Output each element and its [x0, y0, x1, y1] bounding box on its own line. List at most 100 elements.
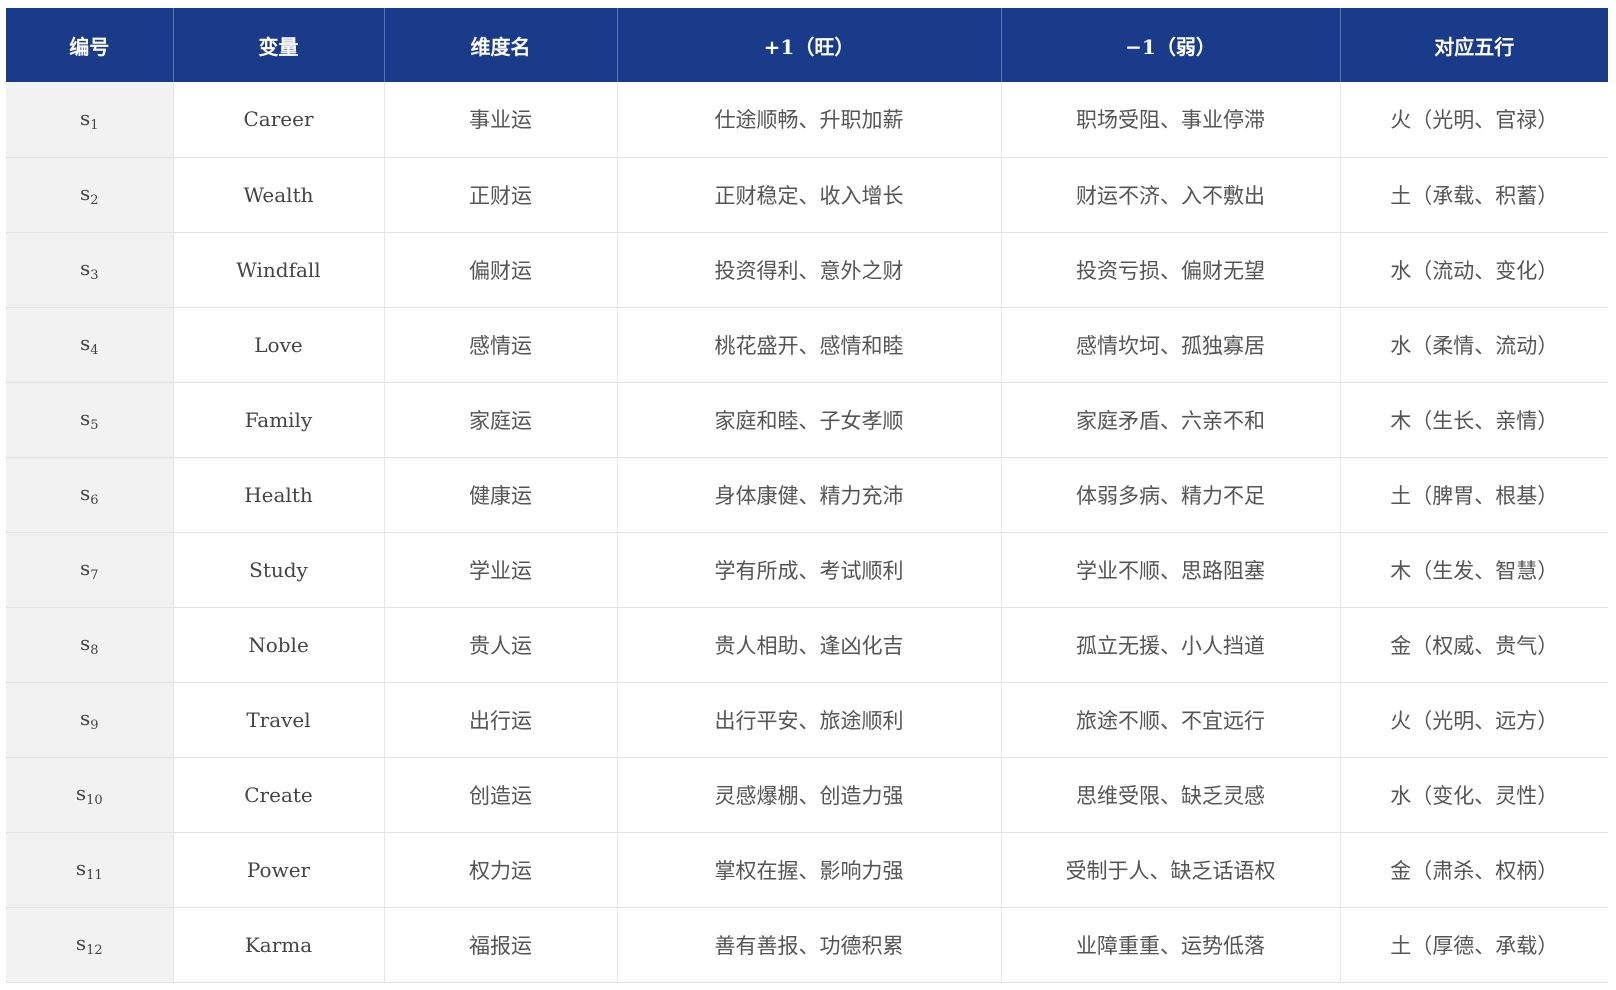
id-letter: s — [79, 481, 91, 505]
header-dimension-name: 维度名 — [384, 8, 618, 82]
table-row: s2 Wealth 正财运 正财稳定、收入增长 财运不济、入不敷出 土（承载、积蓄） — [6, 157, 1608, 233]
table-row: s5 Family 家庭运 家庭和睦、子女孝顺 家庭矛盾、六亲不和 木（生长、亲情） — [6, 382, 1608, 458]
cell-variable: Career — [173, 82, 385, 158]
cell-five-elements: 水（柔情、流动） — [1340, 307, 1608, 383]
cell-five-elements: 火（光明、官禄） — [1340, 82, 1608, 158]
id-subscript: 3 — [90, 268, 99, 283]
id-subscript: 11 — [86, 868, 103, 883]
header-positive: +1（旺） — [617, 8, 1002, 82]
table-row: s9 Travel 出行运 出行平安、旅途顺利 旅途不顺、不宜远行 火（光明、远方） — [6, 682, 1608, 758]
cell-five-elements: 火（光明、远方） — [1340, 682, 1608, 758]
cell-five-elements: 木（生长、亲情） — [1340, 382, 1608, 458]
cell-id: s1 — [6, 82, 174, 158]
id-subscript: 9 — [90, 718, 99, 733]
cell-variable: Health — [173, 457, 385, 533]
id-letter: s — [79, 706, 91, 730]
cell-dimension-name: 感情运 — [384, 307, 618, 383]
cell-id: s12 — [6, 907, 174, 983]
cell-five-elements: 金（权威、贵气） — [1340, 607, 1608, 683]
cell-variable: Windfall — [173, 232, 385, 308]
cell-dimension-name: 福报运 — [384, 907, 618, 983]
header-variable: 变量 — [173, 8, 385, 82]
cell-negative: 孤立无援、小人挡道 — [1001, 607, 1341, 683]
cell-negative: 体弱多病、精力不足 — [1001, 457, 1341, 533]
header-row: 编号 变量 维度名 +1（旺） −1（弱） 对应五行 — [6, 8, 1608, 82]
id-subscript: 10 — [86, 793, 103, 808]
table-row: s1 Career 事业运 仕途顺畅、升职加薪 职场受阻、事业停滞 火（光明、官禄） — [6, 82, 1608, 158]
cell-positive: 掌权在握、影响力强 — [617, 832, 1002, 908]
cell-five-elements: 水（变化、灵性） — [1340, 757, 1608, 833]
cell-variable: Power — [173, 832, 385, 908]
cell-dimension-name: 家庭运 — [384, 382, 618, 458]
table-row: s3 Windfall 偏财运 投资得利、意外之财 投资亏损、偏财无望 水（流动、变化） — [6, 232, 1608, 308]
id-letter: s — [79, 631, 91, 655]
cell-dimension-name: 正财运 — [384, 157, 618, 233]
cell-id: s10 — [6, 757, 174, 833]
id-subscript: 8 — [90, 643, 99, 658]
cell-dimension-name: 学业运 — [384, 532, 618, 608]
cell-negative: 受制于人、缺乏话语权 — [1001, 832, 1341, 908]
cell-id: s9 — [6, 682, 174, 758]
cell-id: s11 — [6, 832, 174, 908]
header-id: 编号 — [6, 8, 174, 82]
cell-id: s5 — [6, 382, 174, 458]
table-row: s11 Power 权力运 掌权在握、影响力强 受制于人、缺乏话语权 金（肃杀、权柄） — [6, 832, 1608, 908]
id-letter: s — [75, 781, 87, 805]
cell-id: s7 — [6, 532, 174, 608]
cell-variable: Karma — [173, 907, 385, 983]
cell-id: s8 — [6, 607, 174, 683]
id-letter: s — [75, 856, 87, 880]
header-negative: −1（弱） — [1001, 8, 1341, 82]
id-letter: s — [79, 181, 91, 205]
header-five-elements: 对应五行 — [1340, 8, 1608, 82]
table-header: 编号 变量 维度名 +1（旺） −1（弱） 对应五行 — [6, 8, 1608, 82]
cell-five-elements: 土（厚德、承载） — [1340, 907, 1608, 983]
cell-negative: 学业不顺、思路阻塞 — [1001, 532, 1341, 608]
cell-five-elements: 金（肃杀、权柄） — [1340, 832, 1608, 908]
cell-id: s6 — [6, 457, 174, 533]
cell-id: s4 — [6, 307, 174, 383]
cell-id: s3 — [6, 232, 174, 308]
cell-negative: 家庭矛盾、六亲不和 — [1001, 382, 1341, 458]
cell-variable: Family — [173, 382, 385, 458]
id-letter: s — [75, 931, 87, 955]
cell-positive: 正财稳定、收入增长 — [617, 157, 1002, 233]
id-subscript: 7 — [90, 568, 99, 583]
table-row: s6 Health 健康运 身体康健、精力充沛 体弱多病、精力不足 土（脾胃、根基） — [6, 457, 1608, 533]
cell-negative: 财运不济、入不敷出 — [1001, 157, 1341, 233]
cell-dimension-name: 偏财运 — [384, 232, 618, 308]
id-letter: s — [79, 105, 91, 130]
cell-negative: 职场受阻、事业停滞 — [1001, 82, 1341, 158]
id-letter: s — [79, 556, 91, 580]
cell-variable: Wealth — [173, 157, 385, 233]
cell-positive: 家庭和睦、子女孝顺 — [617, 382, 1002, 458]
cell-dimension-name: 权力运 — [384, 832, 618, 908]
cell-id: s2 — [6, 157, 174, 233]
table-body: s1 Career 事业运 仕途顺畅、升职加薪 职场受阻、事业停滞 火（光明、官禄） s2 W… — [6, 82, 1608, 983]
cell-dimension-name: 出行运 — [384, 682, 618, 758]
cell-positive: 出行平安、旅途顺利 — [617, 682, 1002, 758]
cell-negative: 感情坎坷、孤独寡居 — [1001, 307, 1341, 383]
id-letter: s — [79, 331, 91, 355]
cell-five-elements: 水（流动、变化） — [1340, 232, 1608, 308]
cell-positive: 学有所成、考试顺利 — [617, 532, 1002, 608]
cell-positive: 投资得利、意外之财 — [617, 232, 1002, 308]
id-subscript: 1 — [90, 117, 99, 133]
cell-variable: Study — [173, 532, 385, 608]
cell-dimension-name: 健康运 — [384, 457, 618, 533]
id-letter: s — [79, 406, 91, 430]
cell-dimension-name: 创造运 — [384, 757, 618, 833]
cell-positive: 身体康健、精力充沛 — [617, 457, 1002, 533]
id-subscript: 6 — [90, 493, 99, 508]
cell-negative: 旅途不顺、不宜远行 — [1001, 682, 1341, 758]
table-row: s10 Create 创造运 灵感爆棚、创造力强 思维受限、缺乏灵感 水（变化、灵性） — [6, 757, 1608, 833]
table-row: s4 Love 感情运 桃花盛开、感情和睦 感情坎坷、孤独寡居 水（柔情、流动） — [6, 307, 1608, 383]
fortune-dimensions-table: 编号 变量 维度名 +1（旺） −1（弱） 对应五行 s1 Career 事业运 仕途… — [6, 8, 1608, 983]
cell-negative: 投资亏损、偏财无望 — [1001, 232, 1341, 308]
cell-five-elements: 土（承载、积蓄） — [1340, 157, 1608, 233]
cell-five-elements: 土（脾胃、根基） — [1340, 457, 1608, 533]
cell-dimension-name: 事业运 — [384, 82, 618, 158]
table-row: s7 Study 学业运 学有所成、考试顺利 学业不顺、思路阻塞 木（生发、智慧） — [6, 532, 1608, 608]
cell-positive: 贵人相助、逢凶化吉 — [617, 607, 1002, 683]
id-subscript: 4 — [90, 343, 99, 358]
